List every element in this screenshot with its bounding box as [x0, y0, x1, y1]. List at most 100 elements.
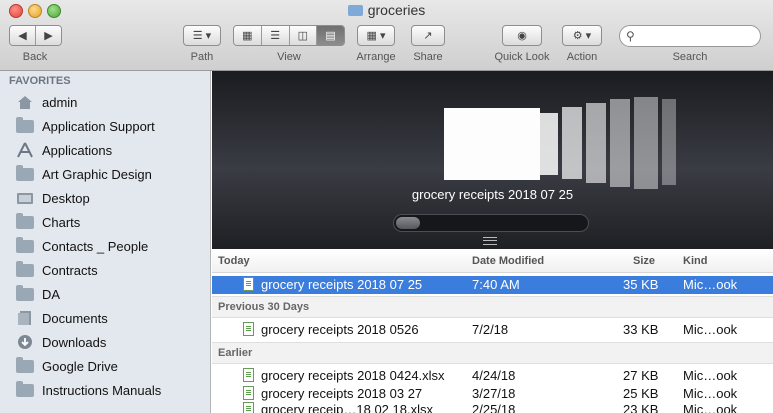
sidebar-item-contracts[interactable]: Contracts — [16, 259, 98, 281]
arrange-label: Arrange — [356, 51, 396, 63]
file-date: 4/24/18 — [472, 368, 516, 383]
search-label: Search — [672, 51, 708, 63]
table-row[interactable]: grocery receipts 2018 0424.xlsx 4/24/18 … — [212, 367, 773, 385]
file-name: grocery receipts 2018 0526 — [261, 322, 419, 337]
group-header-label: Previous 30 Days — [218, 301, 310, 313]
cover-flow-side-thumbnail[interactable] — [610, 99, 630, 187]
file-kind: Mic…ook — [683, 386, 738, 401]
folder-icon — [16, 260, 34, 278]
action-button[interactable]: ⚙ ▾ — [562, 25, 602, 46]
file-date: 7:40 AM — [472, 277, 520, 292]
arrange-button[interactable]: ▦ ▾ — [357, 25, 395, 46]
sidebar-item-label: DA — [42, 286, 61, 302]
folder-icon — [16, 212, 34, 230]
folder-icon — [347, 5, 363, 16]
file-size: 25 KB — [623, 386, 659, 401]
home-icon — [16, 95, 34, 110]
file-name: grocery receipts 2018 0424.xlsx — [261, 368, 445, 383]
cover-flow-side-thumbnail[interactable] — [540, 113, 558, 175]
cover-flow-caption: grocery receipts 2018 07 25 — [411, 187, 574, 202]
sidebar-item-label: Desktop — [42, 190, 90, 206]
sidebar-item-art-graphic-design[interactable]: Art Graphic Design — [16, 163, 152, 185]
coverflow-view-button[interactable]: ▤ — [317, 26, 344, 45]
back-button[interactable]: ◀ — [10, 26, 36, 45]
spreadsheet-file-icon — [243, 386, 254, 400]
share-label: Share — [413, 51, 443, 63]
window-title-text: groceries — [367, 2, 426, 18]
folder-icon — [16, 116, 34, 134]
back-label: Back — [22, 51, 48, 63]
applications-icon — [16, 142, 34, 158]
search-icon: ⚲ — [626, 29, 635, 43]
folder-icon — [16, 236, 34, 254]
column-view-button[interactable]: ◫ — [289, 26, 318, 45]
cover-flow-side-thumbnail[interactable] — [662, 99, 676, 185]
spreadsheet-file-icon — [243, 368, 254, 382]
window-title: groceries — [0, 2, 773, 18]
file-size: 33 KB — [623, 322, 659, 337]
cover-flow-preview[interactable]: grocery receipts 2018 07 25 — [212, 71, 773, 249]
kind-column-header[interactable]: Kind — [683, 255, 707, 267]
date-column-header[interactable]: Date Modified — [472, 255, 544, 267]
sidebar-item-label: Google Drive — [42, 358, 118, 374]
cover-flow-side-thumbnail[interactable] — [562, 107, 582, 179]
sidebar-item-application-support[interactable]: Application Support — [16, 115, 155, 137]
cover-flow-scrollbar[interactable] — [393, 214, 589, 232]
forward-button[interactable]: ▶ — [36, 26, 61, 45]
path-label: Path — [190, 51, 214, 63]
table-row[interactable]: grocery receipts 2018 0526 7/2/18 33 KB … — [212, 321, 773, 339]
path-button[interactable]: ☰ ▾ — [183, 25, 221, 46]
sidebar-item-da[interactable]: DA — [16, 283, 60, 305]
documents-icon — [16, 311, 34, 326]
sidebar-header: FAVORITES — [9, 75, 71, 87]
view-label: View — [277, 51, 301, 63]
cover-flow-side-thumbnail[interactable] — [634, 97, 658, 189]
file-date: 3/27/18 — [472, 386, 516, 401]
gear-icon: ⚙ ▾ — [572, 30, 592, 42]
name-column-header[interactable]: Today — [218, 255, 250, 267]
share-icon: ↗ — [423, 30, 433, 42]
sidebar-item-label: Contacts _ People — [42, 238, 149, 254]
sidebar-item-label: admin — [42, 94, 78, 110]
sidebar-item-desktop[interactable]: Desktop — [16, 187, 90, 209]
table-row[interactable]: grocery receip…18 02 18.xlsx 2/25/18 23 … — [212, 401, 773, 413]
back-forward-control: ◀ ▶ — [9, 25, 62, 46]
sidebar-item-google-drive[interactable]: Google Drive — [16, 355, 118, 377]
downloads-icon — [16, 335, 34, 350]
sidebar-item-instructions-manuals[interactable]: Instructions Manuals — [16, 379, 161, 401]
sidebar-item-documents[interactable]: Documents — [16, 307, 108, 329]
sidebar-item-admin[interactable]: admin — [16, 91, 77, 113]
file-kind: Mic…ook — [683, 277, 738, 292]
quick-look-label: Quick Look — [494, 51, 550, 63]
sidebar-item-label: Instructions Manuals — [42, 382, 162, 398]
sidebar-item-downloads[interactable]: Downloads — [16, 331, 106, 353]
cover-flow-side-thumbnail[interactable] — [586, 103, 606, 183]
sidebar-item-label: Contracts — [42, 262, 98, 278]
view-segmented-control: ▦ ☰ ◫ ▤ — [233, 25, 345, 46]
sidebar-item-applications[interactable]: Applications — [16, 139, 112, 161]
cover-flow-scroll-thumb[interactable] — [396, 217, 420, 229]
file-name: grocery receip…18 02 18.xlsx — [261, 402, 433, 413]
sidebar-item-contacts-people[interactable]: Contacts _ People — [16, 235, 148, 257]
list-view-button[interactable]: ☰ — [261, 26, 290, 45]
cover-flow-document-thumbnail[interactable] — [444, 108, 540, 180]
sidebar-item-label: Art Graphic Design — [42, 166, 152, 182]
share-button[interactable]: ↗ — [411, 25, 445, 46]
resize-grabber-icon[interactable] — [483, 237, 497, 245]
quick-look-button[interactable]: ◉ — [502, 25, 542, 46]
search-input[interactable]: ⚲ — [619, 25, 761, 47]
group-header-earlier: Earlier — [212, 342, 773, 364]
column-header: Today Date Modified Size Kind — [212, 249, 773, 273]
file-name: grocery receipts 2018 03 27 — [261, 386, 423, 401]
sidebar-item-charts[interactable]: Charts — [16, 211, 80, 233]
arrange-grid-icon: ▦ ▾ — [366, 30, 386, 42]
table-row[interactable]: grocery receipts 2018 07 25 7:40 AM 35 K… — [212, 276, 773, 294]
size-column-header[interactable]: Size — [633, 255, 655, 267]
file-date: 2/25/18 — [472, 402, 516, 413]
spreadsheet-file-icon — [243, 402, 254, 413]
file-size: 23 KB — [623, 402, 659, 413]
icon-view-button[interactable]: ▦ — [234, 26, 262, 45]
folder-icon — [16, 164, 34, 182]
file-size: 27 KB — [623, 368, 659, 383]
spreadsheet-file-icon — [243, 322, 254, 336]
